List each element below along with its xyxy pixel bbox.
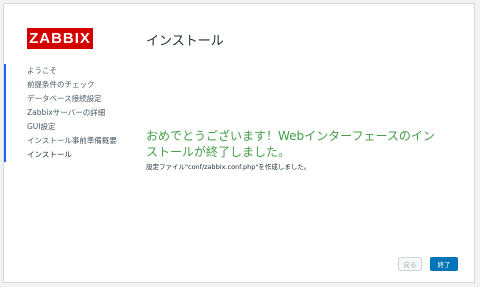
sidebar-item-label: データベース接続設定 [27,94,102,103]
installer-window: ZABBIX インストール ようこそ 前提条件のチェック データベース接続設定 … [3,3,475,283]
sidebar-item-welcome: ようこそ [4,64,129,78]
zabbix-logo: ZABBIX [27,28,93,49]
sidebar-item-label: Zabbixサーバーの詳細 [27,108,106,117]
sidebar-item-prerequisites: 前提条件のチェック [4,78,129,92]
install-steps-sidebar: ようこそ 前提条件のチェック データベース接続設定 Zabbixサーバーの詳細 … [4,64,129,162]
sidebar-item-pre-install-summary: インストール事前準備概要 [4,134,129,148]
step-progress-marker [4,64,6,78]
back-button[interactable]: 戻る [398,257,422,271]
install-success-message: おめでとうございます！Webインターフェースのインストールが終了しました。 [146,129,435,159]
sidebar-item-label: ようこそ [27,66,57,75]
sidebar-item-label: GUI設定 [27,122,56,131]
sidebar-item-label: インストール事前準備概要 [27,136,117,145]
config-file-message: 設定ファイル"conf/zabbix.conf.php"を作成しました。 [146,163,311,171]
sidebar-item-gui-settings: GUI設定 [4,120,129,134]
step-progress-marker [4,120,6,134]
step-progress-marker [4,134,6,148]
sidebar-item-server-details: Zabbixサーバーの詳細 [4,106,129,120]
sidebar-item-db-connection: データベース接続設定 [4,92,129,106]
step-progress-marker [4,92,6,106]
sidebar-item-label: インストール [27,150,72,159]
sidebar-item-label: 前提条件のチェック [27,80,95,89]
page-title: インストール [146,34,224,49]
sidebar-item-install: インストール [4,148,129,162]
step-progress-marker [4,106,6,120]
step-progress-marker [4,148,6,162]
step-progress-marker [4,78,6,92]
finish-button[interactable]: 終了 [430,257,458,271]
